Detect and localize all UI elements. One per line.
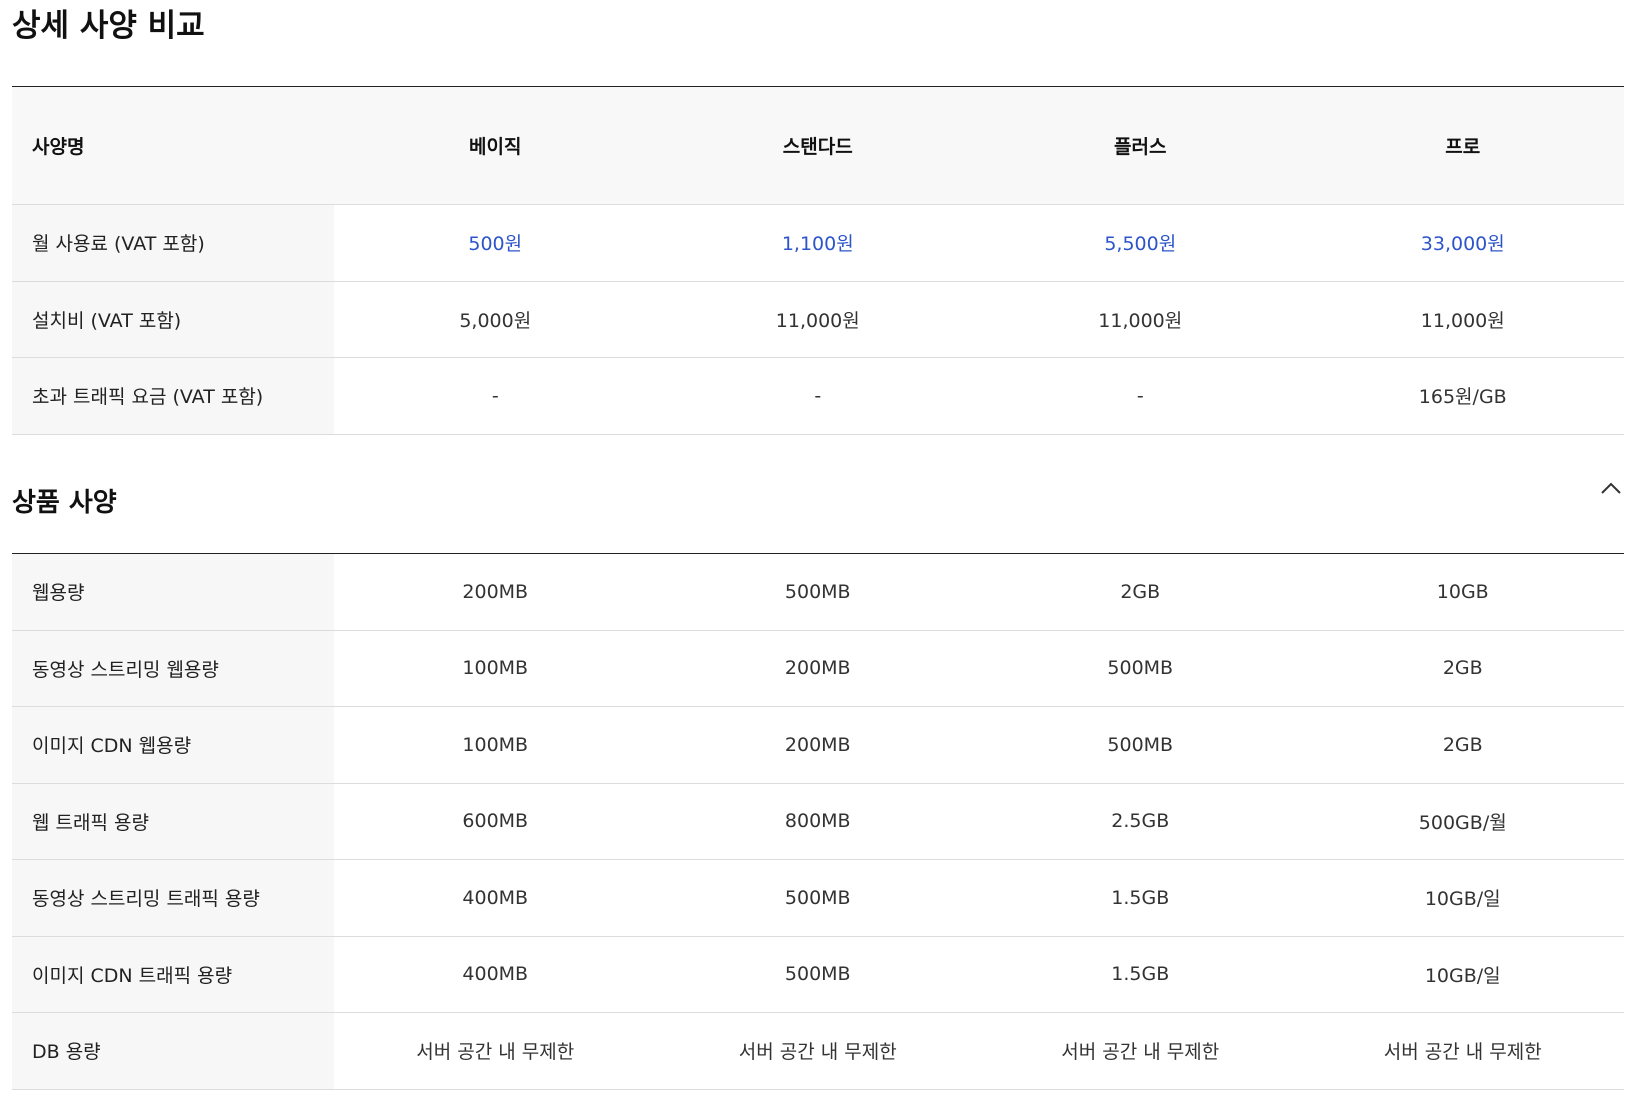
- table-cell: 2GB: [1301, 706, 1624, 784]
- spec-comparison-page: 상세 사양 비교 사양명 베이직 스탠다드 플러스 프로 월 사용료 (VAT …: [0, 0, 1636, 1097]
- chevron-up-icon: [1601, 482, 1621, 494]
- table-row: 동영상 스트리밍 웹용량 100MB 200MB 500MB 2GB: [12, 630, 1624, 707]
- table-cell: 500GB/월: [1301, 783, 1624, 860]
- table-cell: 800MB: [656, 783, 979, 860]
- price-cell: 5,500원: [979, 204, 1302, 282]
- row-label: DB 용량: [12, 1012, 334, 1090]
- row-label: 웹 트래픽 용량: [12, 783, 334, 860]
- table-cell: 500MB: [656, 553, 979, 631]
- table-cell: 500MB: [979, 706, 1302, 784]
- table-row-setup-fee: 설치비 (VAT 포함) 5,000원 11,000원 11,000원 11,0…: [12, 281, 1624, 358]
- table-cell: 200MB: [334, 553, 657, 631]
- table-cell: 서버 공간 내 무제한: [1301, 1012, 1624, 1090]
- table-cell: 서버 공간 내 무제한: [979, 1012, 1302, 1090]
- table-cell: 200MB: [656, 630, 979, 707]
- table-cell: -: [979, 357, 1302, 435]
- price-cell: 1,100원: [656, 204, 979, 282]
- table-header-row: 사양명 베이직 스탠다드 플러스 프로: [12, 86, 1624, 205]
- table-cell: 1.5GB: [979, 936, 1302, 1013]
- table-row-overage-fee: 초과 트래픽 요금 (VAT 포함) - - - 165원/GB: [12, 357, 1624, 435]
- table-row: 웹용량 200MB 500MB 2GB 10GB: [12, 553, 1624, 631]
- page-title: 상세 사양 비교: [12, 8, 205, 44]
- row-label: 동영상 스트리밍 웹용량: [12, 630, 334, 707]
- table-cell: -: [334, 357, 657, 435]
- table-row: 이미지 CDN 웹용량 100MB 200MB 500MB 2GB: [12, 706, 1624, 784]
- column-header-plus: 플러스: [979, 86, 1302, 205]
- row-label: 월 사용료 (VAT 포함): [12, 204, 334, 282]
- product-spec-table: 웹용량 200MB 500MB 2GB 10GB 동영상 스트리밍 웹용량 10…: [12, 553, 1624, 1090]
- table-row: 동영상 스트리밍 트래픽 용량 400MB 500MB 1.5GB 10GB/일: [12, 859, 1624, 937]
- row-label: 설치비 (VAT 포함): [12, 281, 334, 358]
- table-row: 이미지 CDN 트래픽 용량 400MB 500MB 1.5GB 10GB/일: [12, 936, 1624, 1013]
- table-cell: 600MB: [334, 783, 657, 860]
- column-header-standard: 스탠다드: [656, 86, 979, 205]
- column-header-basic: 베이직: [334, 86, 657, 205]
- table-cell: 2GB: [1301, 630, 1624, 707]
- table-cell: -: [656, 357, 979, 435]
- price-comparison-table: 사양명 베이직 스탠다드 플러스 프로 월 사용료 (VAT 포함) 500원 …: [12, 86, 1624, 435]
- price-cell: 500원: [334, 204, 657, 282]
- table-cell: 500MB: [656, 936, 979, 1013]
- column-header-spec: 사양명: [12, 86, 334, 205]
- row-label: 이미지 CDN 웹용량: [12, 706, 334, 784]
- table-cell: 11,000원: [656, 281, 979, 358]
- table-cell: 165원/GB: [1301, 357, 1624, 435]
- table-cell: 1.5GB: [979, 859, 1302, 937]
- table-cell: 500MB: [979, 630, 1302, 707]
- price-cell: 33,000원: [1301, 204, 1624, 282]
- column-header-pro: 프로: [1301, 86, 1624, 205]
- table-cell: 5,000원: [334, 281, 657, 358]
- table-cell: 200MB: [656, 706, 979, 784]
- table-cell: 11,000원: [979, 281, 1302, 358]
- row-label: 이미지 CDN 트래픽 용량: [12, 936, 334, 1013]
- table-cell: 서버 공간 내 무제한: [334, 1012, 657, 1090]
- table-cell: 서버 공간 내 무제한: [656, 1012, 979, 1090]
- table-cell: 10GB: [1301, 553, 1624, 631]
- row-label: 초과 트래픽 요금 (VAT 포함): [12, 357, 334, 435]
- section-title: 상품 사양: [12, 488, 117, 518]
- table-row: 웹 트래픽 용량 600MB 800MB 2.5GB 500GB/월: [12, 783, 1624, 860]
- table-cell: 2GB: [979, 553, 1302, 631]
- table-cell: 10GB/일: [1301, 936, 1624, 1013]
- table-row-monthly-fee: 월 사용료 (VAT 포함) 500원 1,100원 5,500원 33,000…: [12, 204, 1624, 282]
- table-cell: 400MB: [334, 936, 657, 1013]
- table-cell: 10GB/일: [1301, 859, 1624, 937]
- table-cell: 500MB: [656, 859, 979, 937]
- table-cell: 2.5GB: [979, 783, 1302, 860]
- row-label: 동영상 스트리밍 트래픽 용량: [12, 859, 334, 937]
- table-cell: 11,000원: [1301, 281, 1624, 358]
- table-cell: 400MB: [334, 859, 657, 937]
- collapse-toggle-button[interactable]: [1598, 478, 1624, 498]
- table-row: DB 용량 서버 공간 내 무제한 서버 공간 내 무제한 서버 공간 내 무제…: [12, 1012, 1624, 1090]
- table-cell: 100MB: [334, 706, 657, 784]
- row-label: 웹용량: [12, 553, 334, 631]
- table-cell: 100MB: [334, 630, 657, 707]
